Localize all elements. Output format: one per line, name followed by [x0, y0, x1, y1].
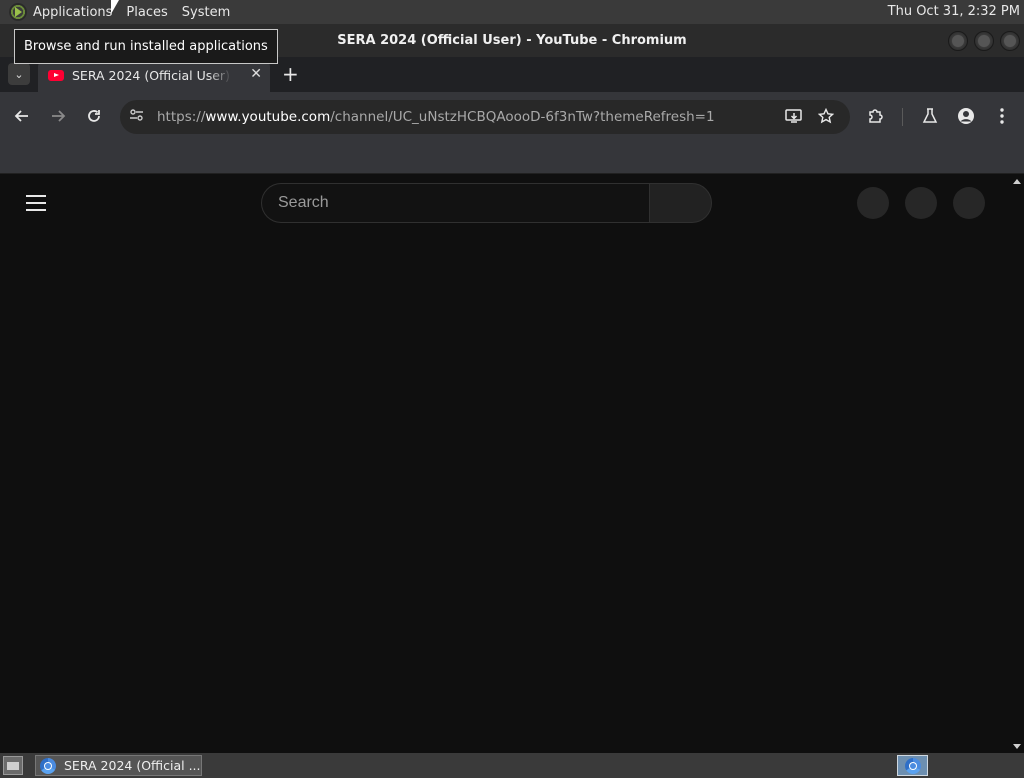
top-panel: Applications Places System Thu Oct 31, 2… — [0, 0, 1024, 24]
system-menu[interactable]: System — [182, 5, 230, 20]
tab-close-button[interactable]: ✕ — [250, 66, 262, 82]
youtube-page — [0, 175, 1024, 753]
new-tab-button[interactable]: + — [282, 62, 299, 86]
search-box — [261, 183, 712, 223]
menu-icon[interactable] — [26, 195, 46, 211]
profile-button[interactable] — [954, 104, 978, 128]
window-controls — [948, 31, 1020, 51]
clock[interactable]: Thu Oct 31, 2:32 PM — [888, 4, 1020, 19]
forward-button[interactable] — [46, 104, 70, 128]
maximize-button[interactable] — [974, 31, 994, 51]
search-input[interactable] — [261, 183, 649, 223]
more-vert-icon — [1000, 108, 1004, 124]
scroll-down-arrow-icon[interactable] — [1013, 744, 1021, 749]
toolbar-divider — [902, 108, 903, 126]
chromium-icon — [904, 757, 921, 774]
youtube-icon — [48, 70, 64, 81]
workspace-switcher-empty[interactable] — [960, 755, 1020, 776]
tab-search-button[interactable]: ⌄ — [8, 63, 30, 85]
arrow-left-icon — [14, 110, 28, 122]
tooltip: Browse and run installed applications — [14, 29, 278, 64]
tab-title: SERA 2024 (Official User) - YouTube — [72, 68, 232, 83]
places-menu[interactable]: Places — [126, 5, 167, 20]
chevron-down-icon: ⌄ — [14, 67, 24, 81]
flask-icon — [922, 108, 938, 123]
bookmarks-bar — [0, 142, 1024, 174]
puzzle-icon — [869, 109, 883, 123]
workspace-switcher[interactable] — [897, 755, 928, 776]
close-window-button[interactable] — [1000, 31, 1020, 51]
applications-menu[interactable]: Applications — [33, 5, 112, 20]
install-icon — [785, 109, 802, 123]
search-button[interactable] — [649, 183, 712, 223]
show-desktop-icon[interactable] — [3, 756, 23, 775]
minimize-button[interactable] — [948, 31, 968, 51]
labs-button[interactable] — [918, 104, 942, 128]
scroll-up-arrow-icon[interactable] — [1013, 179, 1021, 184]
star-icon — [818, 108, 834, 124]
chrome-menu-button[interactable] — [990, 104, 1014, 128]
url-host: www.youtube.com — [205, 109, 331, 125]
account-avatar-placeholder[interactable] — [953, 187, 985, 219]
bookmark-star-button[interactable] — [814, 104, 838, 128]
tooltip-text: Browse and run installed applications — [24, 39, 268, 54]
back-button[interactable] — [10, 104, 34, 128]
site-info-icon[interactable] — [129, 108, 145, 126]
arrow-right-icon — [52, 110, 66, 122]
taskbar-window-button[interactable]: SERA 2024 (Official ... — [35, 755, 202, 776]
taskbar-window-label: SERA 2024 (Official ... — [64, 758, 201, 773]
notifications-button-placeholder[interactable] — [905, 187, 937, 219]
applications-menu-icon[interactable] — [9, 3, 27, 21]
reload-icon — [88, 110, 100, 122]
extensions-button[interactable] — [864, 104, 888, 128]
reload-button[interactable] — [82, 104, 106, 128]
url-path: /channel/UC_uNstzHCBQAoooD-6f3nTw?themeR… — [330, 109, 715, 125]
install-app-button[interactable] — [782, 104, 806, 128]
mouse-cursor-icon — [111, 0, 119, 14]
bottom-taskbar: SERA 2024 (Official ... — [0, 753, 1024, 778]
url-scheme: https:// — [157, 109, 206, 125]
address-bar[interactable]: https://www.youtube.com/channel/UC_uNstz… — [120, 100, 850, 134]
create-button-placeholder[interactable] — [857, 187, 889, 219]
window-title: SERA 2024 (Official User) - YouTube - Ch… — [337, 33, 687, 48]
chromium-icon — [40, 757, 56, 774]
browser-toolbar: https://www.youtube.com/channel/UC_uNstz… — [0, 92, 1024, 142]
avatar-icon — [958, 108, 974, 124]
